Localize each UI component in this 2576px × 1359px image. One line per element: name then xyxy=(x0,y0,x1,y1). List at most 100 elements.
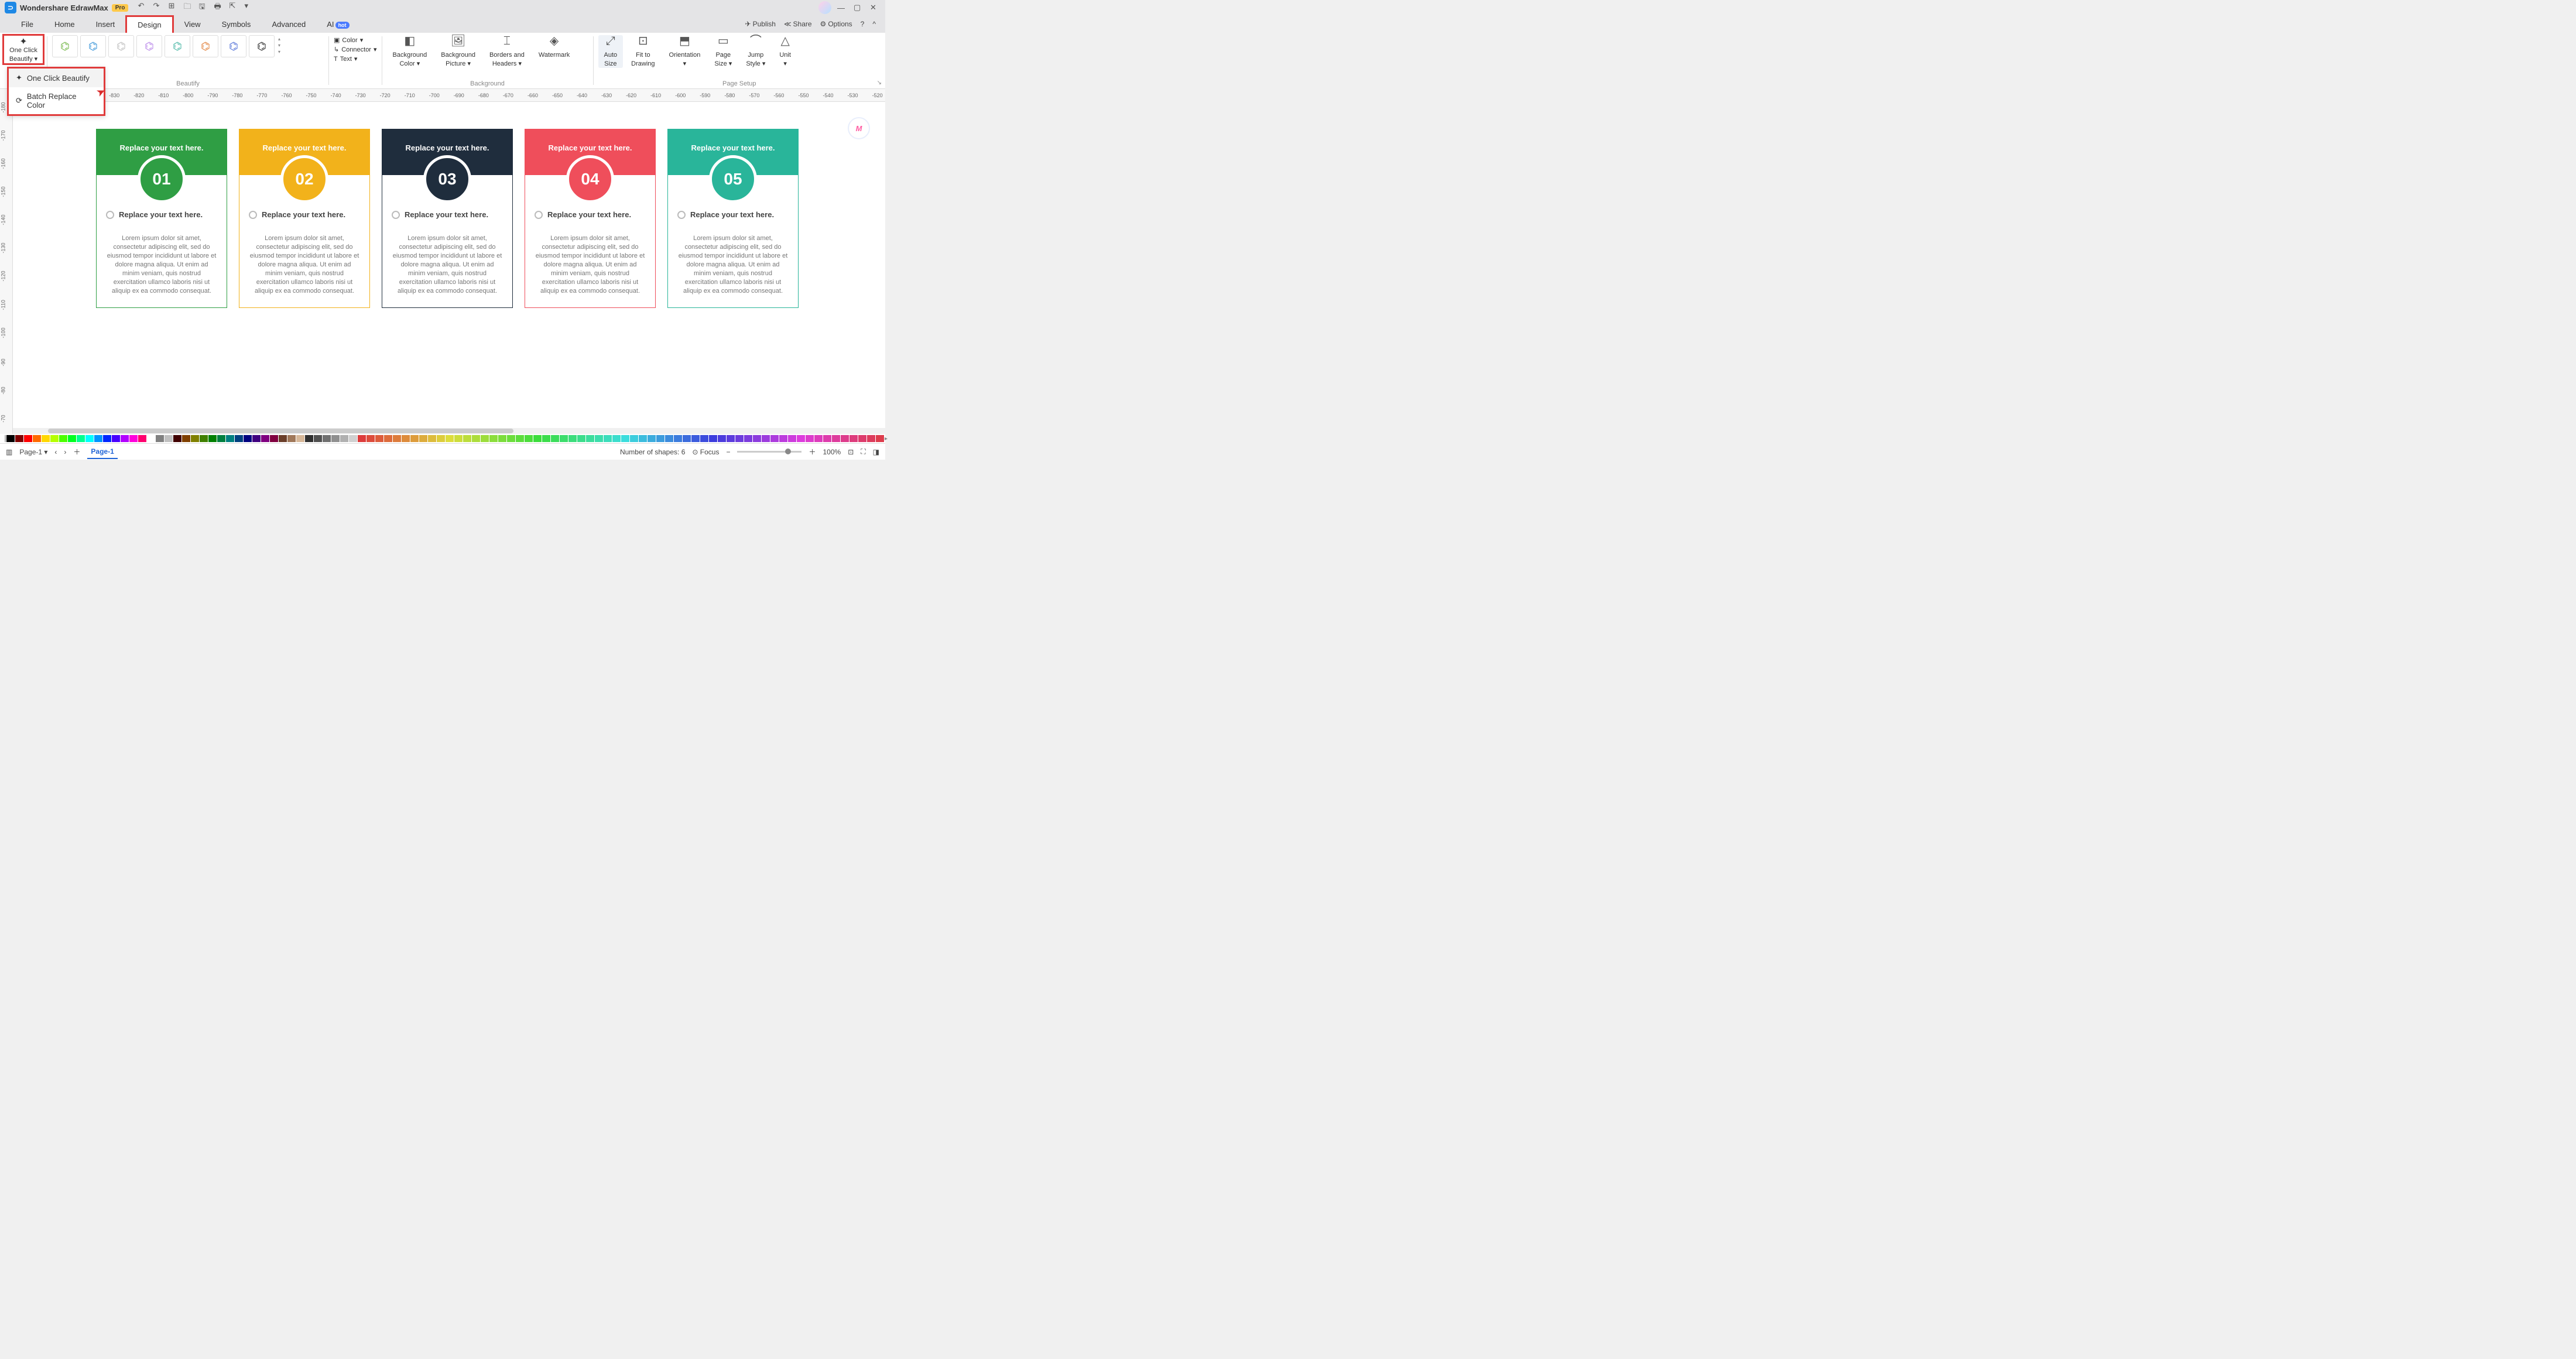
close-icon[interactable]: ✕ xyxy=(870,3,881,12)
color-swatch[interactable] xyxy=(208,435,217,442)
menu-one-click-beautify[interactable]: ✦One Click Beautify xyxy=(9,69,104,87)
color-swatch[interactable] xyxy=(648,435,656,442)
color-swatch[interactable] xyxy=(68,435,76,442)
color-swatch[interactable] xyxy=(630,435,638,442)
canvas[interactable]: Replace your text here.01 Replace your t… xyxy=(13,102,885,428)
auto-size-button[interactable]: ⤢AutoSize xyxy=(598,35,624,68)
publish-button[interactable]: ✈ Publish xyxy=(745,20,776,28)
maximize-icon[interactable]: ▢ xyxy=(854,3,864,12)
color-swatch[interactable] xyxy=(331,435,340,442)
color-swatch[interactable] xyxy=(94,435,102,442)
color-swatch[interactable] xyxy=(841,435,849,442)
orientation-button[interactable]: ⬒Orientation▾ xyxy=(663,35,707,68)
color-swatch[interactable] xyxy=(463,435,471,442)
color-swatch[interactable] xyxy=(823,435,831,442)
export-icon[interactable]: ⇱ xyxy=(229,1,237,14)
color-swatch[interactable] xyxy=(454,435,463,442)
color-swatch[interactable] xyxy=(867,435,875,442)
page-size-button[interactable]: ▭PageSize ▾ xyxy=(708,35,738,68)
color-swatch[interactable] xyxy=(147,435,155,442)
connector-menu[interactable]: ↳ Connector ▾ xyxy=(334,46,377,53)
color-swatch[interactable] xyxy=(779,435,787,442)
page-tab[interactable]: Page-1 xyxy=(87,445,117,459)
color-swatch[interactable] xyxy=(621,435,629,442)
color-swatch[interactable] xyxy=(762,435,770,442)
color-swatch[interactable] xyxy=(42,435,50,442)
color-swatch[interactable] xyxy=(296,435,304,442)
color-swatch[interactable] xyxy=(700,435,708,442)
color-swatch[interactable] xyxy=(533,435,542,442)
color-swatch[interactable] xyxy=(586,435,594,442)
undo-icon[interactable]: ↶ xyxy=(138,1,146,14)
color-swatch[interactable] xyxy=(200,435,208,442)
color-swatch[interactable] xyxy=(665,435,673,442)
color-swatch[interactable] xyxy=(112,435,120,442)
color-swatch[interactable] xyxy=(551,435,559,442)
color-swatch[interactable] xyxy=(384,435,392,442)
zoom-slider[interactable] xyxy=(737,451,801,453)
page-setup-launcher-icon[interactable]: ↘ xyxy=(877,80,882,86)
color-swatch[interactable] xyxy=(428,435,436,442)
focus-button[interactable]: ⊙ Focus xyxy=(692,448,719,456)
color-swatch[interactable] xyxy=(33,435,41,442)
borders-headers-button[interactable]: ⌶Borders andHeaders ▾ xyxy=(484,35,530,68)
options-button[interactable]: ⚙ Options xyxy=(820,20,852,28)
fullscreen-icon[interactable]: ⛶ xyxy=(861,447,865,456)
color-swatch[interactable] xyxy=(788,435,796,442)
color-swatch[interactable] xyxy=(287,435,296,442)
color-swatch[interactable] xyxy=(735,435,744,442)
color-swatch[interactable] xyxy=(103,435,111,442)
infographic-card[interactable]: Replace your text here.02 Replace your t… xyxy=(239,129,370,308)
color-swatch[interactable] xyxy=(814,435,823,442)
color-swatch[interactable] xyxy=(858,435,866,442)
color-swatch[interactable] xyxy=(472,435,480,442)
color-swatch[interactable] xyxy=(270,435,278,442)
color-swatch[interactable] xyxy=(156,435,164,442)
print-icon[interactable]: 🖶 xyxy=(214,1,222,14)
minimize-icon[interactable]: — xyxy=(837,4,848,12)
scrollbar-thumb[interactable] xyxy=(48,429,513,433)
color-swatch[interactable] xyxy=(595,435,603,442)
ai-assistant-bubble[interactable]: M xyxy=(848,117,870,139)
tab-insert[interactable]: Insert xyxy=(85,16,126,32)
tab-symbols[interactable]: Symbols xyxy=(211,16,262,32)
color-swatch[interactable] xyxy=(542,435,550,442)
tab-advanced[interactable]: Advanced xyxy=(261,16,316,32)
color-swatch[interactable] xyxy=(832,435,840,442)
layout-mode-icon[interactable]: ▥ xyxy=(6,448,12,456)
color-swatch[interactable] xyxy=(489,435,498,442)
color-swatch[interactable] xyxy=(806,435,814,442)
color-swatch[interactable] xyxy=(516,435,524,442)
color-swatch[interactable] xyxy=(24,435,32,442)
color-swatch[interactable] xyxy=(770,435,779,442)
color-swatch[interactable] xyxy=(753,435,761,442)
zoom-in-icon[interactable]: ＋ xyxy=(809,447,816,457)
theme-more[interactable]: ▾ xyxy=(278,49,280,54)
color-swatch[interactable] xyxy=(314,435,322,442)
jump-style-button[interactable]: ⌒JumpStyle ▾ xyxy=(740,35,771,68)
color-swatch[interactable] xyxy=(349,435,357,442)
color-swatch[interactable] xyxy=(358,435,366,442)
next-page-icon[interactable]: › xyxy=(64,448,66,456)
color-swatch[interactable] xyxy=(59,435,67,442)
theme-thumb-6[interactable]: ⌬ xyxy=(193,35,218,57)
color-swatch[interactable] xyxy=(226,435,234,442)
tab-home[interactable]: Home xyxy=(44,16,85,32)
tab-ai[interactable]: AIhot xyxy=(316,16,359,32)
horizontal-scrollbar[interactable] xyxy=(13,428,885,434)
color-swatch[interactable] xyxy=(525,435,533,442)
color-swatch[interactable] xyxy=(15,435,23,442)
zoom-fit-icon[interactable]: ⊡ xyxy=(848,448,854,456)
color-swatch[interactable] xyxy=(6,435,15,442)
color-swatch[interactable] xyxy=(604,435,612,442)
background-color-button[interactable]: ◧BackgroundColor ▾ xyxy=(387,35,433,68)
color-swatch[interactable] xyxy=(797,435,805,442)
color-swatch[interactable] xyxy=(402,435,410,442)
watermark-button[interactable]: ◈Watermark xyxy=(533,35,576,59)
tab-design[interactable]: Design xyxy=(125,15,173,33)
text-menu[interactable]: T Text ▾ xyxy=(334,55,377,63)
color-swatch[interactable] xyxy=(366,435,375,442)
color-swatch[interactable] xyxy=(568,435,577,442)
color-swatch[interactable] xyxy=(375,435,383,442)
color-swatch[interactable] xyxy=(138,435,146,442)
